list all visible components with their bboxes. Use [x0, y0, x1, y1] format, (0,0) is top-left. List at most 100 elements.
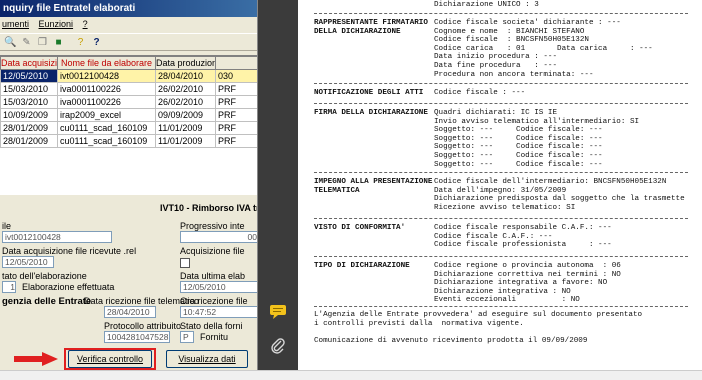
acquisition-label: Data acquisizione file ricevute .rel [2, 246, 137, 256]
table-row[interactable]: 10/09/2009 irap2009_excel 09/09/2009 PRF [0, 108, 257, 122]
files-grid: Data acquisizione Nome file da elaborare… [0, 55, 257, 195]
section-heading: VISTO DI CONFORMITA' [314, 224, 406, 232]
table-cell: PRF [215, 134, 257, 148]
section-body: Codice fiscale societa' dichiarante : --… [434, 19, 653, 79]
table-row[interactable]: 28/01/2009 cu0111_scad_160109 11/01/2009… [0, 121, 257, 135]
protocol-label: Protocollo attribuito [104, 321, 182, 331]
edit-icon[interactable]: ✎ [20, 36, 33, 49]
table-cell: cu0111_scad_160109 [57, 121, 156, 135]
acquisition-date-field[interactable]: 12/05/2010 [2, 256, 54, 268]
visualizza-dati-button[interactable]: Visualizza dati [166, 350, 248, 368]
table-cell: 28/01/2009 [0, 121, 58, 135]
section-impegno: IMPEGNO ALLA PRESENTAZIONE TELEMATICA Co… [314, 178, 694, 212]
section-tipo: TIPO DI DICHIARAZIONE Codice regione o p… [314, 262, 694, 304]
arrow-right-icon [14, 352, 58, 366]
column-header[interactable]: Data produzione [155, 56, 216, 70]
table-row[interactable]: 12/05/2010 ivt0012100428 28/04/2010 030 [0, 69, 257, 83]
state-code-field[interactable]: 1 [2, 281, 16, 293]
table-cell: 030 [215, 69, 257, 83]
menu-help[interactable]: ? [83, 19, 88, 29]
help-icon[interactable]: ? [74, 36, 87, 49]
pdf-document: Dichiarazione UNICO : 3 RAPPRESENTANTE F… [298, 0, 702, 370]
toolbar: 🔍 ✎ ❐ ■ ? ? [0, 33, 257, 51]
form-title: IVT10 - Rimborso IVA trim [160, 203, 257, 213]
table-cell: 26/02/2010 [155, 82, 216, 96]
section-visto: VISTO DI CONFORMITA' Codice fiscale resp… [314, 224, 694, 258]
verifica-controllo-button[interactable]: Verifica controllo [68, 350, 152, 368]
rx-time-field[interactable]: 10:47:52 [180, 306, 257, 318]
acquisition-file-checkbox[interactable] [180, 258, 190, 268]
section-body: Codice fiscale responsabile C.A.F.: --- … [434, 224, 612, 250]
rx-time-label: Ora ricezione file [180, 296, 248, 306]
divider [314, 256, 688, 257]
copy-icon[interactable]: ❐ [36, 36, 49, 49]
divider [314, 13, 688, 14]
progressive-label: Progressivo inte [180, 221, 245, 231]
comment-icon[interactable] [268, 301, 288, 321]
file-field[interactable]: ivt0012100428 [2, 231, 112, 243]
entratel-window: nquiry file Entratel elaborati umenti Eu… [0, 0, 258, 380]
table-cell: 28/01/2009 [0, 134, 58, 148]
table-cell: PRF [215, 95, 257, 109]
menu-bar: umenti Eunzioni ? [0, 17, 257, 32]
section-heading: NOTIFICAZIONE DEGLI ATTI [314, 89, 424, 97]
last-elab-field[interactable]: 12/05/2010 [180, 281, 257, 293]
table-cell: iva0001100226 [57, 82, 156, 96]
window-title: nquiry file Entratel elaborati [0, 0, 257, 17]
table-cell: irap2009_excel [57, 108, 156, 122]
whats-this-icon[interactable]: ? [90, 36, 103, 49]
state-text: Elaborazione effettuata [22, 282, 115, 292]
column-header[interactable] [215, 56, 257, 70]
table-cell: iva0001100226 [57, 95, 156, 109]
divider [314, 83, 688, 84]
attachment-icon[interactable] [268, 336, 288, 356]
table-cell: cu0111_scad_160109 [57, 134, 156, 148]
table-cell: ivt0012100428 [57, 69, 156, 83]
table-cell: 28/04/2010 [155, 69, 216, 83]
table-cell: 12/05/2010 [0, 69, 58, 83]
section-heading: RAPPRESENTANTE FIRMATARIO DELLA DICHIARA… [314, 19, 428, 36]
section-body: Quadri dichiarati: IC IS IE Invio avviso… [434, 109, 640, 169]
table-cell: 09/09/2009 [155, 108, 216, 122]
table-row[interactable]: 28/01/2009 cu0111_scad_160109 11/01/2009… [0, 134, 257, 148]
section-firma: FIRMA DELLA DICHIARAZIONE Quadri dichiar… [314, 109, 694, 169]
divider [314, 306, 688, 307]
section-rappresentante: RAPPRESENTANTE FIRMATARIO DELLA DICHIARA… [314, 19, 694, 79]
table-cell: 10/09/2009 [0, 108, 58, 122]
table-row[interactable]: 15/03/2010 iva0001100226 26/02/2010 PRF [0, 95, 257, 109]
search-icon[interactable]: 🔍 [4, 36, 17, 49]
column-header[interactable]: Data acquisizione [0, 56, 58, 70]
menu-funzioni[interactable]: Eunzioni [39, 19, 74, 29]
divider [314, 103, 688, 104]
table-cell: PRF [215, 82, 257, 96]
table-cell: 11/01/2009 [155, 121, 216, 135]
section-heading: FIRMA DELLA DICHIARAZIONE [314, 109, 428, 117]
section-body: Codice fiscale dell'intermediario: BNCSF… [434, 178, 685, 212]
closing-note: L'Agenzia delle Entrate provvedera' ad e… [314, 311, 643, 328]
table-cell: 26/02/2010 [155, 95, 216, 109]
table-cell: 15/03/2010 [0, 95, 58, 109]
state-form-code[interactable]: P [180, 331, 194, 343]
section-heading: TIPO DI DICHIARAZIONE [314, 262, 410, 270]
column-header[interactable]: Nome file da elaborare [57, 56, 156, 70]
status-strip [0, 370, 702, 380]
menu-documenti[interactable]: umenti [2, 19, 29, 29]
table-row[interactable]: 15/03/2010 iva0001100226 26/02/2010 PRF [0, 82, 257, 96]
rx-date-field[interactable]: 28/04/2010 [104, 306, 156, 318]
table-cell: PRF [215, 121, 257, 135]
file-label: ile [2, 221, 12, 231]
acquisition-file-label: Acquisizione file [180, 246, 245, 256]
section-body: Codice fiscale : --- [434, 89, 526, 97]
divider [314, 218, 688, 219]
table-cell: PRF [215, 108, 257, 122]
progressive-field[interactable]: 00 [180, 231, 257, 243]
state-form-text: Fornitu [200, 332, 229, 342]
state-form-label: Stato della forni [180, 321, 243, 331]
save-icon[interactable]: ■ [52, 36, 65, 49]
state-label: tato dell'elaborazione [2, 271, 87, 281]
last-elab-label: Data ultima elab [180, 271, 246, 281]
protocol-field[interactable]: 10042810475287347 [104, 331, 170, 343]
section-body: Codice regione o provincia autonoma : 06… [434, 262, 621, 305]
receipt-note: Comunicazione di avvenuto ricevimento pr… [314, 337, 588, 345]
divider [314, 172, 688, 173]
